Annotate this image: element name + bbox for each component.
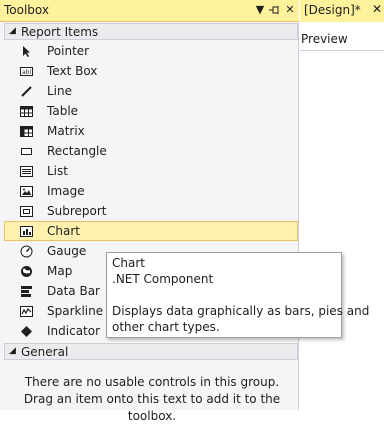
subreport-icon (20, 205, 33, 218)
group-header-label: General (21, 345, 69, 359)
collapse-arrow-icon: ◢ (9, 26, 16, 36)
close-icon[interactable]: ✕ (284, 2, 296, 18)
auto-hide-pin-icon[interactable] (268, 2, 282, 18)
toolbox-title: Toolbox (4, 3, 49, 17)
sparkline-icon (20, 305, 33, 318)
tab-design[interactable]: [Design]* ✕ (300, 0, 384, 22)
toolbox-item-label: Table (47, 104, 79, 118)
toolbox-item-matrix[interactable]: Matrix (4, 121, 298, 141)
gauge-icon (20, 245, 33, 258)
toolbox-item-label: Gauge (47, 244, 87, 258)
toolbox-item-label: Subreport (47, 204, 107, 218)
text-box-icon: abl (20, 65, 33, 78)
rectangle-icon (20, 145, 33, 158)
toolbox-item-text-box[interactable]: abl Text Box (4, 61, 298, 81)
toolbox-item-subreport[interactable]: Subreport (4, 201, 298, 221)
close-icon[interactable]: ✕ (372, 2, 382, 16)
tooltip-subtitle: .NET Component (112, 272, 214, 286)
toolbox-item-label: Data Bar (47, 284, 100, 298)
matrix-icon (20, 125, 33, 138)
toolbox-item-label: Map (47, 264, 73, 278)
group-header-report-items[interactable]: ◢ Report Items (4, 23, 298, 40)
map-icon (20, 265, 33, 278)
group-header-general[interactable]: ◢ General (4, 343, 298, 360)
toolbox-item-label: Sparkline (47, 304, 104, 318)
tab-divider (300, 50, 384, 51)
chart-tooltip: Chart .NET Component Displays data graph… (106, 252, 369, 338)
toolbox-item-image[interactable]: Image (4, 181, 298, 201)
tooltip-title: Chart (112, 256, 145, 270)
tab-preview[interactable]: Preview (301, 32, 348, 46)
toolbox-item-chart[interactable]: Chart (4, 221, 298, 241)
chart-icon (20, 225, 33, 238)
toolbox-item-label: List (47, 164, 68, 178)
toolbox-item-list[interactable]: List (4, 161, 298, 181)
toolbox-item-rectangle[interactable]: Rectangle (4, 141, 298, 161)
list-icon (20, 165, 33, 178)
toolbox-titlebar[interactable]: Toolbox ▼ ✕ (0, 0, 299, 22)
tooltip-description: Displays data graphically as bars, pies … (112, 304, 370, 318)
tooltip-description: other chart types. (112, 320, 220, 334)
toolbox-item-label: Line (47, 84, 73, 98)
collapse-arrow-icon: ◢ (9, 346, 16, 356)
pointer-icon (20, 45, 33, 58)
general-empty-message[interactable]: There are no usable controls in this gro… (10, 374, 294, 425)
toolbox-item-label: Pointer (47, 44, 90, 58)
tab-design-label: [Design]* (304, 3, 361, 17)
toolbox-item-table[interactable]: Table (4, 101, 298, 121)
toolbox-item-label: Matrix (47, 124, 85, 138)
table-icon (20, 105, 33, 118)
toolbox-item-label: Image (47, 184, 85, 198)
toolbox-panel: Toolbox ▼ ✕ ◢ Report Items Pointer abl T… (0, 0, 299, 423)
toolbox-item-label: Indicator (47, 324, 101, 338)
group-header-label: Report Items (21, 25, 99, 39)
toolbox-item-label: Chart (47, 224, 80, 238)
data-bar-icon (20, 285, 33, 298)
indicator-icon (20, 325, 33, 338)
toolbox-item-label: Rectangle (47, 144, 107, 158)
line-icon (20, 85, 33, 98)
image-icon (20, 185, 33, 198)
toolbox-item-label: Text Box (47, 64, 98, 78)
window-position-dropdown-icon[interactable]: ▼ (254, 2, 266, 18)
toolbox-item-pointer[interactable]: Pointer (4, 41, 298, 61)
toolbox-item-line[interactable]: Line (4, 81, 298, 101)
svg-text:abl: abl (22, 69, 31, 76)
